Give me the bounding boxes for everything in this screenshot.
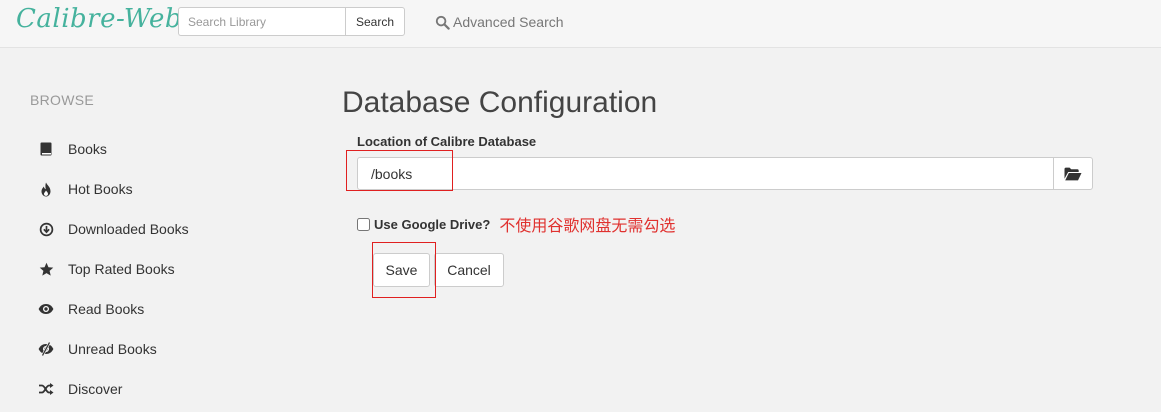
sidebar-item-label: Top Rated Books bbox=[68, 261, 175, 277]
page-title: Database Configuration bbox=[342, 86, 658, 119]
book-icon bbox=[38, 141, 54, 157]
sidebar-item-downloaded-books[interactable]: Downloaded Books bbox=[38, 218, 189, 240]
sidebar-item-unread-books[interactable]: Unread Books bbox=[38, 338, 157, 360]
sidebar-item-label: Hot Books bbox=[68, 181, 133, 197]
sidebar-item-label: Read Books bbox=[68, 301, 145, 317]
sidebar-item-label: Discover bbox=[68, 381, 123, 397]
advanced-search-link[interactable]: Advanced Search bbox=[435, 14, 564, 30]
download-icon bbox=[38, 221, 54, 237]
sidebar-item-hot-books[interactable]: Hot Books bbox=[38, 178, 133, 200]
search-button[interactable]: Search bbox=[345, 7, 405, 36]
google-drive-annotation: 不使用谷歌网盘无需勾选 bbox=[499, 216, 676, 235]
eye-slash-icon bbox=[38, 341, 54, 357]
star-icon bbox=[38, 261, 54, 277]
browse-folder-button[interactable] bbox=[1053, 157, 1093, 190]
brand-logo[interactable]: Calibre-Web bbox=[16, 4, 182, 34]
eye-icon bbox=[38, 301, 54, 317]
cancel-button[interactable]: Cancel bbox=[434, 253, 504, 287]
db-location-label: Location of Calibre Database bbox=[357, 134, 537, 149]
shuffle-icon bbox=[38, 381, 54, 397]
sidebar-item-label: Unread Books bbox=[68, 341, 157, 357]
google-drive-label[interactable]: Use Google Drive? bbox=[374, 217, 490, 232]
save-button[interactable]: Save bbox=[373, 253, 430, 287]
sidebar-item-books[interactable]: Books bbox=[38, 138, 107, 160]
sidebar-item-label: Books bbox=[68, 141, 107, 157]
google-drive-checkbox[interactable] bbox=[357, 217, 370, 231]
top-navbar: Calibre-Web Search Advanced Search bbox=[0, 0, 1161, 48]
sidebar-title: BROWSE bbox=[30, 92, 95, 108]
folder-open-icon bbox=[1064, 167, 1082, 180]
sidebar-item-label: Downloaded Books bbox=[68, 221, 189, 237]
search-icon bbox=[435, 15, 450, 30]
google-drive-row: Use Google Drive? 不使用谷歌网盘无需勾选 bbox=[357, 212, 675, 236]
sidebar-item-read-books[interactable]: Read Books bbox=[38, 298, 144, 320]
db-location-input[interactable] bbox=[357, 157, 1054, 190]
sidebar-item-discover[interactable]: Discover bbox=[38, 378, 122, 400]
advanced-search-label: Advanced Search bbox=[453, 14, 564, 30]
sidebar-item-top-rated-books[interactable]: Top Rated Books bbox=[38, 258, 175, 280]
search-input[interactable] bbox=[178, 7, 346, 36]
fire-icon bbox=[38, 181, 54, 197]
